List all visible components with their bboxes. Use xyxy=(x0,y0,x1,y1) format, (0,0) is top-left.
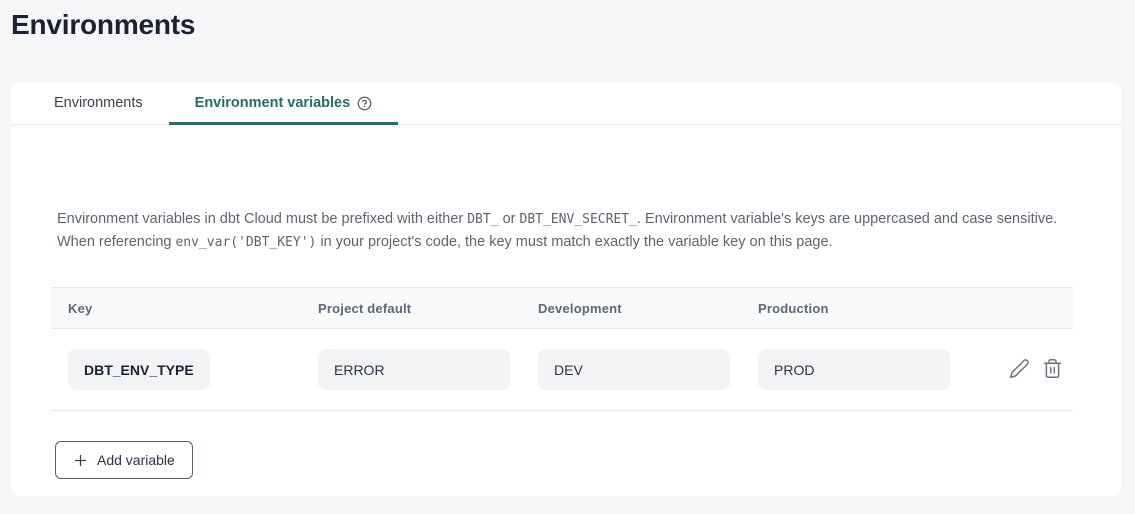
table-header-row: Key Project default Development Producti… xyxy=(51,288,1073,329)
header-key: Key xyxy=(51,301,301,316)
help-circle-icon[interactable] xyxy=(357,96,372,111)
code-dbt-prefix: DBT_ xyxy=(467,212,498,227)
plus-icon xyxy=(73,453,88,468)
variable-key-pill: DBT_ENV_TYPE xyxy=(68,349,210,390)
trash-icon xyxy=(1042,358,1063,382)
tab-bar: Environments Environment variables xyxy=(11,82,1121,125)
header-project-default: Project default xyxy=(301,301,521,316)
environment-variables-card: Environments Environment variables Envir… xyxy=(11,82,1121,496)
add-variable-label: Add variable xyxy=(97,452,175,468)
delete-variable-button[interactable] xyxy=(1042,358,1063,382)
table-row: DBT_ENV_TYPE ERROR DEV PROD xyxy=(51,329,1073,411)
environment-variables-table: Key Project default Development Producti… xyxy=(51,287,1073,411)
header-production: Production xyxy=(741,301,961,316)
tab-panel-environment-variables: Environment variables in dbt Cloud must … xyxy=(11,125,1121,479)
page-title: Environments xyxy=(0,0,1135,41)
tab-environment-variables[interactable]: Environment variables xyxy=(169,82,399,124)
add-variable-button[interactable]: Add variable xyxy=(55,441,193,479)
development-value-pill: DEV xyxy=(538,349,730,390)
pencil-icon xyxy=(1009,358,1030,382)
tab-environments-label: Environments xyxy=(54,95,143,111)
tab-environment-variables-label: Environment variables xyxy=(195,95,351,111)
description-part4: in your project's code, the key must mat… xyxy=(316,234,832,250)
tab-environments[interactable]: Environments xyxy=(28,82,169,124)
description-text: Environment variables in dbt Cloud must … xyxy=(57,208,1077,254)
header-development: Development xyxy=(521,301,741,316)
description-part1: Environment variables in dbt Cloud must … xyxy=(57,211,467,227)
code-dbt-env-secret-prefix: DBT_ENV_SECRET_ xyxy=(520,212,637,227)
project-default-value-pill: ERROR xyxy=(318,349,510,390)
edit-variable-button[interactable] xyxy=(1009,358,1030,382)
production-value-pill: PROD xyxy=(758,349,950,390)
code-env-var-example: env_var('DBT_KEY') xyxy=(175,235,316,250)
description-part2: or xyxy=(499,211,520,227)
